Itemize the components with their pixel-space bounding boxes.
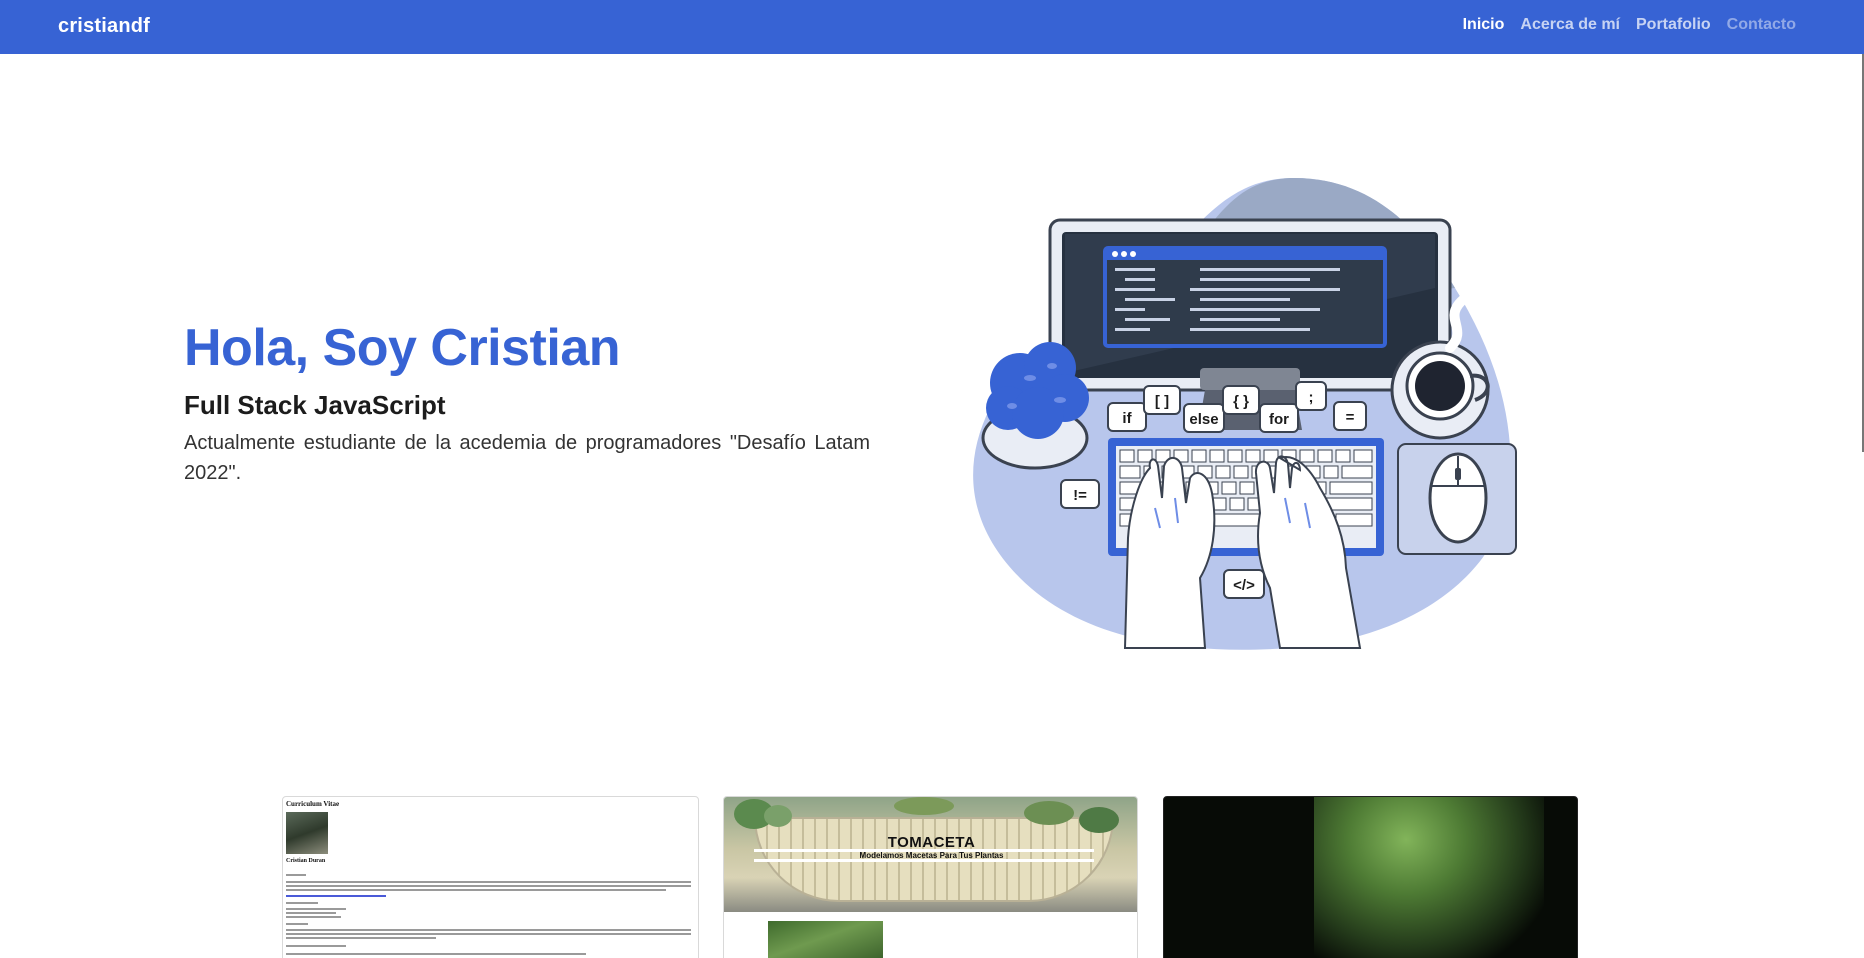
hero-subtitle: Full Stack JavaScript bbox=[184, 390, 446, 420]
code-bubble-for: for bbox=[1259, 403, 1299, 433]
tomaceta-tagline: Modelamos Macetas Para Tus Plantas bbox=[859, 851, 1004, 860]
svg-text:=: = bbox=[1346, 409, 1355, 426]
project-card-lizard[interactable] bbox=[1163, 796, 1578, 958]
hero-description: Actualmente estudiante de la acedemia de… bbox=[184, 432, 870, 484]
svg-text:</>: </> bbox=[1233, 577, 1255, 594]
code-bubble-braces: { } bbox=[1222, 385, 1260, 415]
cv-text-line bbox=[286, 912, 336, 914]
hero-title: Hola, Soy Cristian bbox=[184, 319, 621, 377]
plant-icon bbox=[981, 342, 1089, 470]
cv-photo bbox=[286, 812, 328, 854]
cv-text-line bbox=[286, 881, 691, 883]
project-card-cv[interactable]: Curriculum Vitae Cristian Duran bbox=[282, 796, 699, 958]
cv-text-line bbox=[286, 945, 346, 947]
code-bubble-else: else bbox=[1183, 403, 1225, 433]
tomaceta-title: TOMACETA bbox=[887, 834, 976, 851]
svg-text:[ ]: [ ] bbox=[1155, 393, 1169, 410]
nav-link-portafolio[interactable]: Portafolio bbox=[1636, 16, 1711, 34]
svg-text:else: else bbox=[1189, 411, 1218, 428]
cv-text-line bbox=[286, 937, 436, 939]
svg-text:for: for bbox=[1269, 411, 1289, 428]
code-bubble-tag: </> bbox=[1223, 569, 1265, 599]
cv-text-line bbox=[286, 874, 306, 876]
code-bubble-if: if bbox=[1107, 402, 1147, 432]
code-bubble-not-equal: != bbox=[1060, 479, 1100, 509]
cv-name: Cristian Duran bbox=[286, 858, 326, 864]
svg-text:{ }: { } bbox=[1233, 393, 1249, 410]
code-bubble-semicolon: ; bbox=[1295, 381, 1327, 411]
cv-text-line bbox=[286, 902, 318, 904]
svg-text:;: ; bbox=[1309, 389, 1314, 406]
nav-link-contacto[interactable]: Contacto bbox=[1727, 16, 1796, 34]
nav-link-inicio[interactable]: Inicio bbox=[1463, 16, 1505, 34]
cv-title: Curriculum Vitae bbox=[286, 800, 340, 808]
svg-text:if: if bbox=[1122, 410, 1132, 427]
code-bubble-brackets: [ ] bbox=[1143, 385, 1181, 415]
coding-illustration: if [ ] else { } for ; = != </> bbox=[973, 177, 1517, 650]
cv-text-line bbox=[286, 916, 341, 918]
project-card-tomaceta[interactable]: TOMACETA Modelamos Macetas Para Tus Plan… bbox=[723, 796, 1138, 958]
svg-text:!=: != bbox=[1073, 487, 1087, 504]
cv-text-line bbox=[286, 953, 586, 955]
code-bubble-equals: = bbox=[1333, 401, 1367, 431]
nav-link-acerca[interactable]: Acerca de mí bbox=[1520, 16, 1620, 34]
navbar: cristiandf Inicio Acerca de mí Portafoli… bbox=[0, 0, 1864, 54]
mouse-icon bbox=[1397, 443, 1517, 555]
grass-image bbox=[768, 921, 883, 958]
cv-text-line bbox=[286, 889, 666, 891]
cv-text-line bbox=[286, 885, 691, 887]
cv-text-line bbox=[286, 933, 691, 935]
cv-text-line bbox=[286, 929, 691, 931]
tomaceta-banner: TOMACETA Modelamos Macetas Para Tus Plan… bbox=[724, 797, 1137, 912]
brand-logo[interactable]: cristiandf bbox=[58, 15, 150, 38]
cv-text-line bbox=[286, 908, 346, 910]
cv-text-line bbox=[286, 923, 308, 925]
lizard-image bbox=[1314, 797, 1544, 958]
nav-links: Inicio Acerca de mí Portafolio Contacto bbox=[1463, 16, 1796, 34]
cv-link[interactable] bbox=[286, 895, 386, 897]
